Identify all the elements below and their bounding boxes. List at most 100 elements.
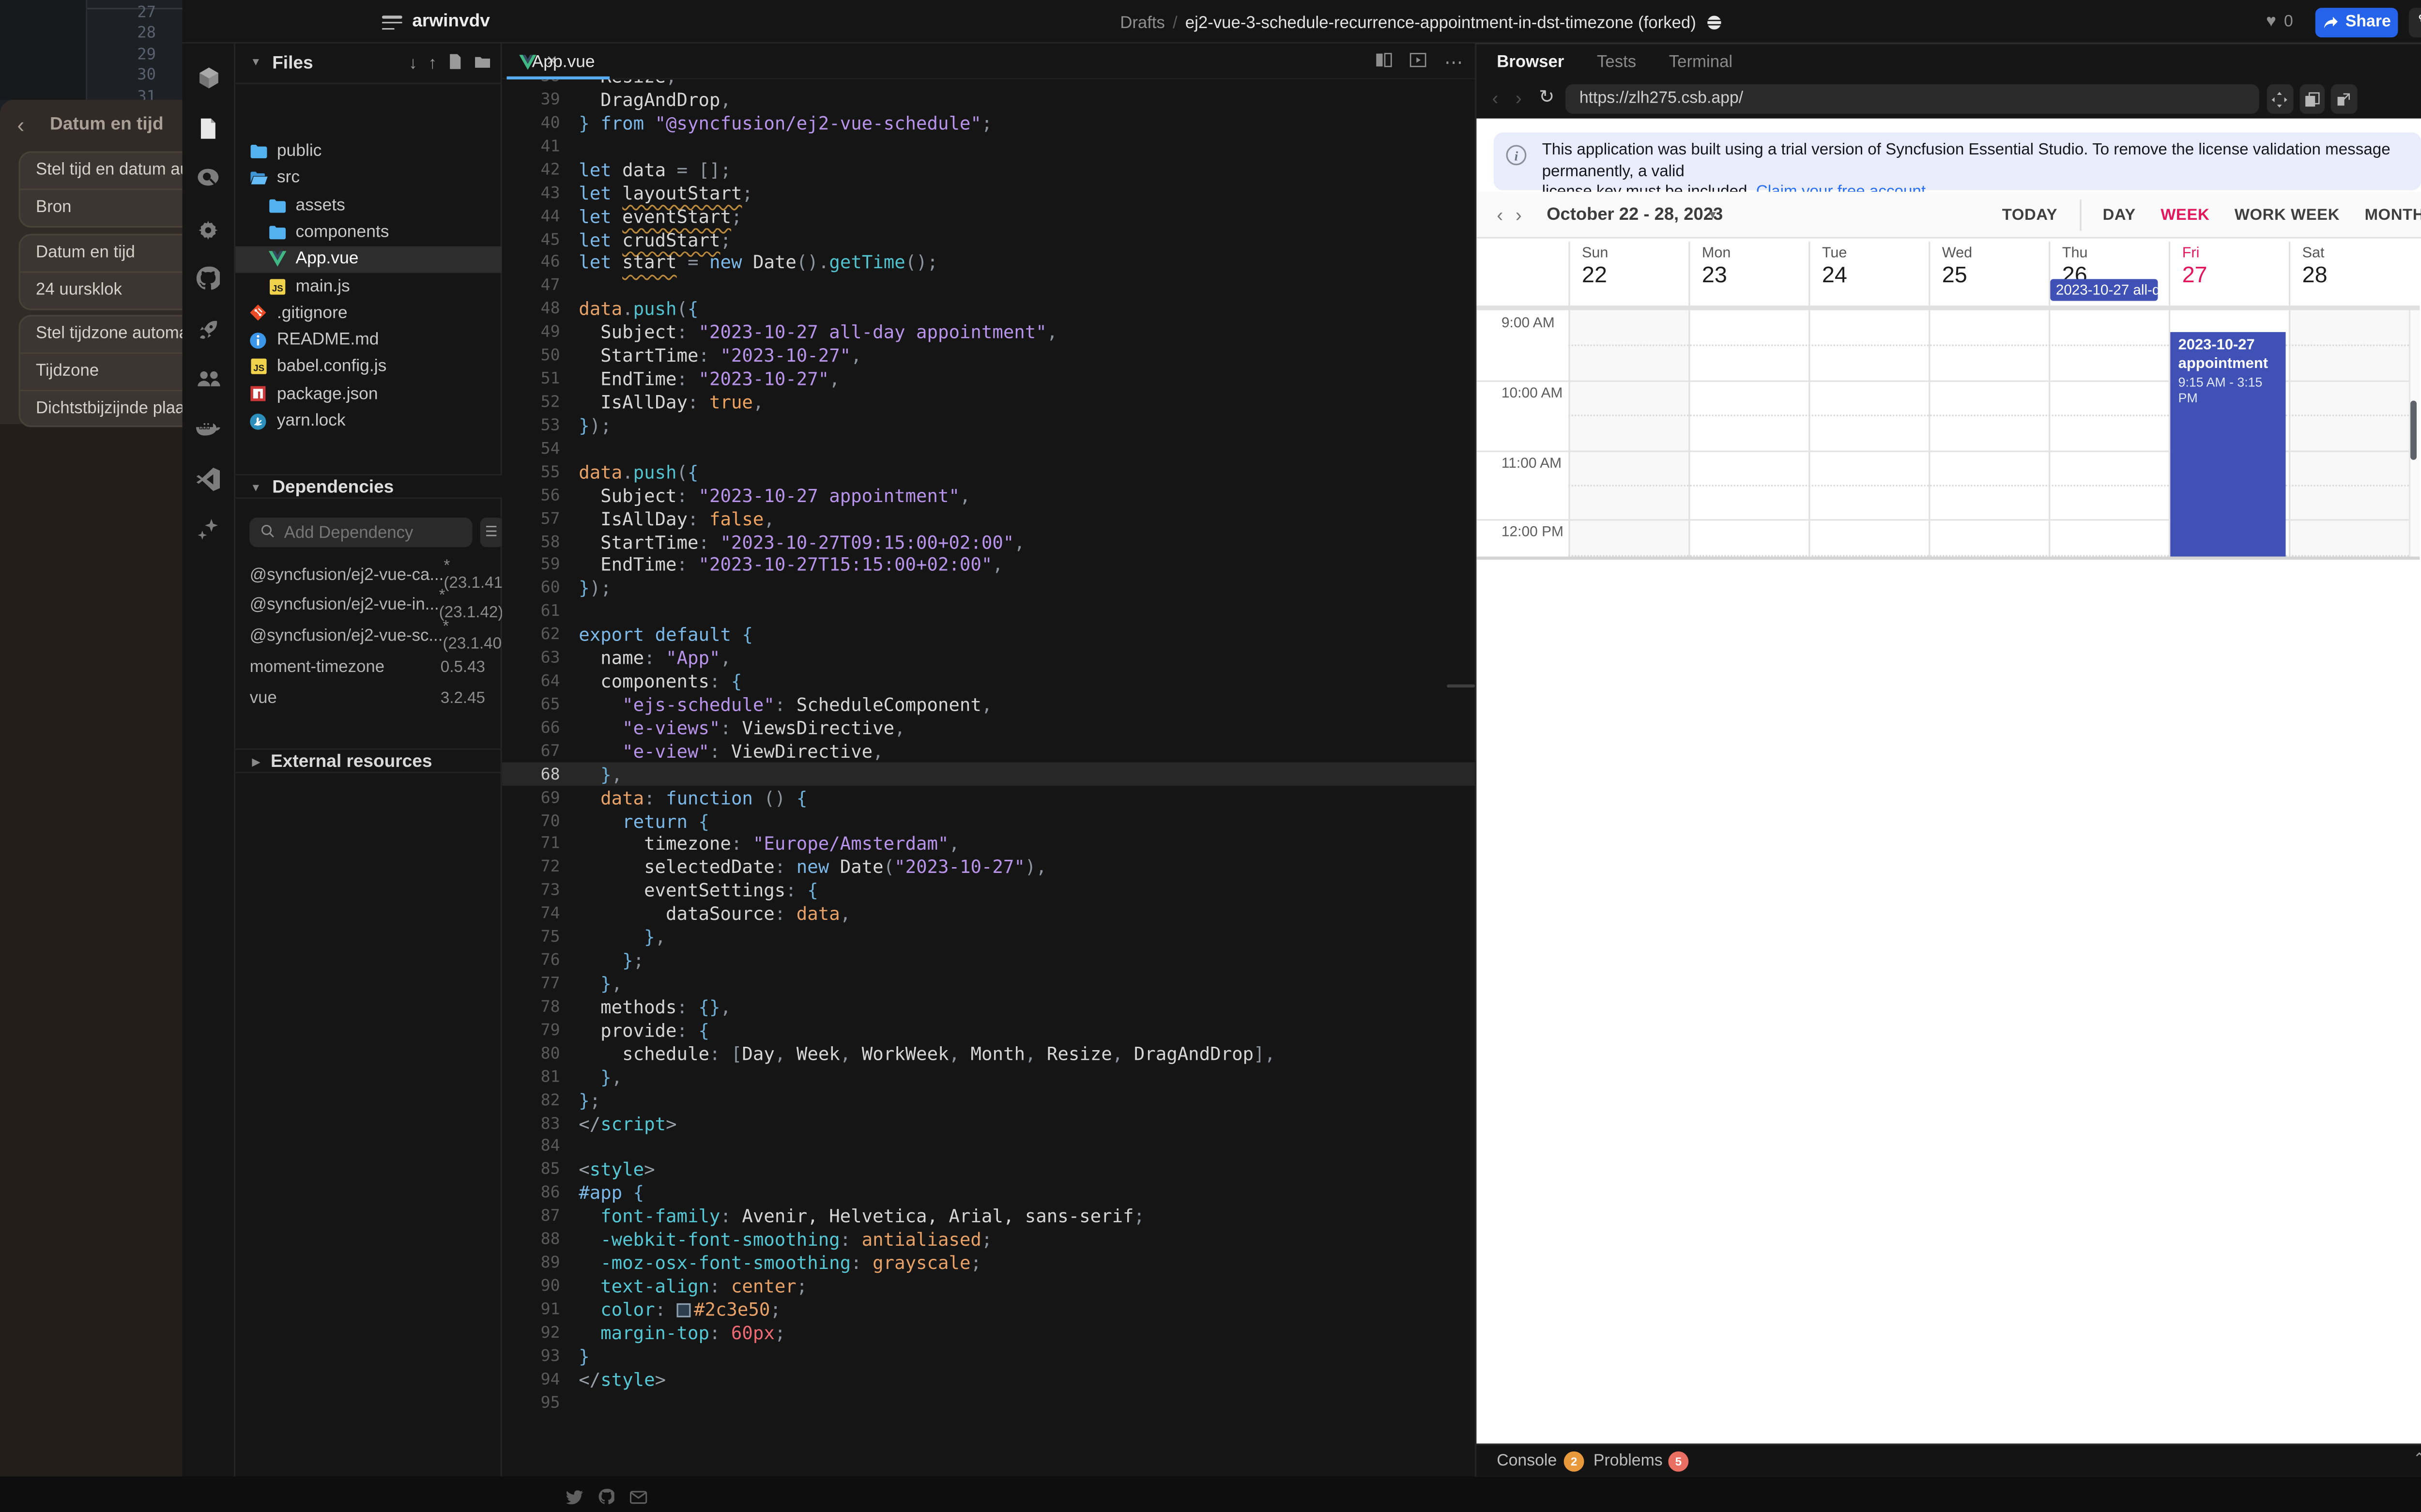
code-line[interactable]: 77 }, xyxy=(502,972,1475,995)
files-panel-header[interactable]: ▼ Files ↓ ↑ xyxy=(234,44,501,84)
dependency-row[interactable]: @syncfusion/ej2-vue-in... * (23.1.42) xyxy=(235,588,504,623)
code-line[interactable]: 71 timezone: "Europe/Amsterdam", xyxy=(502,833,1475,856)
dependency-row[interactable]: moment-timezone 0.5.43 xyxy=(235,652,503,683)
code-line[interactable]: 82}; xyxy=(502,1088,1475,1112)
preview-tab-terminal[interactable]: Terminal xyxy=(1669,52,1732,71)
editor-more-options-icon[interactable]: ⋯ xyxy=(1444,51,1463,73)
code-line[interactable]: 76 }; xyxy=(502,949,1475,972)
day-header-fri[interactable]: Fri 27 xyxy=(2168,241,2288,306)
forward-icon[interactable]: › xyxy=(1516,87,1522,108)
settings-item[interactable]: Datum en tijd xyxy=(20,235,183,272)
file-tree-item-app-vue[interactable]: App.vue xyxy=(234,245,503,273)
today-button[interactable]: TODAY xyxy=(1990,207,2070,224)
collapse-chevron-icon[interactable]: ▼ xyxy=(250,483,261,494)
code-line[interactable]: 60}); xyxy=(502,577,1475,600)
open-external-icon[interactable] xyxy=(2330,84,2357,114)
prev-week-icon[interactable]: ‹ xyxy=(1497,204,1516,226)
code-line[interactable]: 38 Resize, xyxy=(502,79,1475,88)
panel-resize-handle[interactable] xyxy=(1447,684,1475,688)
schedule-scrollbar-thumb[interactable] xyxy=(2410,400,2418,460)
tab-app-vue[interactable]: App.vue ✕ xyxy=(507,44,595,79)
collapse-chevron-icon[interactable]: ▼ xyxy=(250,58,261,69)
code-line[interactable]: 63 name: "App", xyxy=(502,646,1475,670)
settings-item[interactable]: Dichtstbijzijnde plaats xyxy=(20,389,183,426)
code-line[interactable]: 95 xyxy=(502,1391,1475,1414)
code-line[interactable]: 87 font-family: Avenir, Helvetica, Arial… xyxy=(502,1205,1475,1228)
code-line[interactable]: 90 text-align: center; xyxy=(502,1275,1475,1298)
heart-icon[interactable]: ♥ xyxy=(2266,13,2276,31)
code-line[interactable]: 57 IsAllDay: false, xyxy=(502,507,1475,530)
day-header-sun[interactable]: Sun 22 xyxy=(1568,241,1688,306)
workspace-name[interactable]: arwinvdv xyxy=(412,13,490,31)
code-line[interactable]: 48 data.push({ xyxy=(502,297,1475,321)
code-line[interactable]: 89 -moz-osx-font-smoothing: grayscale; xyxy=(502,1251,1475,1274)
settings-item[interactable]: Bron xyxy=(20,189,183,226)
code-line[interactable]: 88 -webkit-font-smoothing: antialiased; xyxy=(502,1228,1475,1251)
code-line[interactable]: 40} from "@syncfusion/ej2-vue-schedule"; xyxy=(502,111,1475,135)
date-range-button[interactable]: October 22 - 28, 2023 xyxy=(1547,205,1723,224)
new-folder-icon[interactable] xyxy=(474,54,491,74)
breadcrumb[interactable]: Drafts / ej2-vue-3-schedule-recurrence-app… xyxy=(1120,13,1722,35)
add-dependency-input[interactable]: Add Dependency xyxy=(249,517,473,548)
file-tree-item--gitignore[interactable]: .gitignore xyxy=(235,300,503,327)
next-week-icon[interactable]: › xyxy=(1516,204,1534,226)
code-line[interactable]: 73 eventSettings: { xyxy=(502,879,1475,902)
settings-item[interactable]: Stel tijd en datum automa xyxy=(20,153,183,189)
back-chevron-icon[interactable]: ‹ xyxy=(17,113,24,138)
file-tree-item-yarn-lock[interactable]: yarn.lock xyxy=(235,408,503,435)
preview-tab-browser[interactable]: Browser xyxy=(1497,52,1564,71)
code-line[interactable]: 50 StartTime: "2023-10-27", xyxy=(502,344,1475,367)
twitter-icon[interactable] xyxy=(565,1484,582,1512)
problems-tab[interactable]: Problems xyxy=(1594,1451,1663,1469)
code-line[interactable]: 45 let crudStart; xyxy=(502,228,1475,251)
code-line[interactable]: 94 </style> xyxy=(502,1368,1475,1391)
code-line[interactable]: 69 data: function () { xyxy=(502,786,1475,809)
code-line[interactable]: 75 }, xyxy=(502,926,1475,949)
code-line[interactable]: 53}); xyxy=(502,414,1475,437)
code-line[interactable]: 67 "e-view": ViewDirective, xyxy=(502,739,1475,763)
responsive-mode-icon[interactable] xyxy=(2267,84,2293,114)
menu-icon[interactable] xyxy=(383,15,403,30)
download-icon[interactable]: ↓ xyxy=(409,55,417,74)
view-button-day[interactable]: DAY xyxy=(2090,207,2148,224)
code-line[interactable]: 70 return { xyxy=(502,809,1475,833)
external-resources-header[interactable]: ▶ External resources xyxy=(234,748,503,774)
url-input[interactable]: https://zlh275.csb.app/ xyxy=(1565,84,2259,114)
code-line[interactable]: 61 xyxy=(502,600,1475,623)
search-icon[interactable] xyxy=(183,158,235,199)
refresh-icon[interactable]: ↻ xyxy=(1539,86,1554,107)
docker-icon[interactable] xyxy=(183,409,235,450)
code-line[interactable]: 74 dataSource: data, xyxy=(502,902,1475,926)
file-tree-item-main-js[interactable]: JS main.js xyxy=(235,273,503,300)
day-header-wed[interactable]: Wed 25 xyxy=(1928,241,2048,306)
split-editor-icon[interactable] xyxy=(1376,47,1393,76)
fork-button[interactable]: Fork xyxy=(2409,7,2421,37)
dependency-menu-icon[interactable]: ☰ xyxy=(479,517,503,548)
code-line[interactable]: 59 EndTime: "2023-10-27T15:15:00+02:00", xyxy=(502,553,1475,577)
code-line[interactable]: 43 let layoutStart; xyxy=(502,181,1475,204)
breadcrumb-root[interactable]: Drafts xyxy=(1120,13,1165,32)
code-line[interactable]: 49 Subject: "2023-10-27 all-day appointm… xyxy=(502,321,1475,344)
code-line[interactable]: 55 data.push({ xyxy=(502,460,1475,484)
github-icon[interactable] xyxy=(183,259,235,299)
view-button-month[interactable]: MONTH xyxy=(2352,207,2421,224)
ai-sparkles-icon[interactable] xyxy=(183,509,235,550)
code-line[interactable]: 65 "ejs-schedule": ScheduleComponent, xyxy=(502,693,1475,716)
file-explorer-icon[interactable] xyxy=(183,108,235,149)
settings-item[interactable]: Tijdzone xyxy=(20,352,183,389)
file-tree-item-babel-config-js[interactable]: JS babel.config.js xyxy=(235,353,503,381)
dependency-row[interactable]: @syncfusion/ej2-vue-sc... * (23.1.40) xyxy=(235,619,507,654)
code-line[interactable]: 46 let start = new Date().getTime(); xyxy=(502,251,1475,274)
dependencies-header[interactable]: ▼ Dependencies xyxy=(234,473,503,499)
code-line[interactable]: 92 margin-top: 60px; xyxy=(502,1321,1475,1344)
share-button[interactable]: Share xyxy=(2315,7,2399,37)
collaborators-icon[interactable] xyxy=(183,359,235,399)
code-line[interactable]: 58 StartTime: "2023-10-27T09:15:00+02:00… xyxy=(502,530,1475,553)
deploy-rocket-icon[interactable] xyxy=(183,309,235,350)
visibility-globe-icon[interactable] xyxy=(1705,13,1722,35)
code-line[interactable]: 54 xyxy=(502,437,1475,460)
vscode-icon[interactable] xyxy=(183,459,235,500)
code-line[interactable]: 42 let data = []; xyxy=(502,158,1475,181)
code-line[interactable]: 44 let eventStart; xyxy=(502,204,1475,228)
file-tree-item-public[interactable]: public xyxy=(235,138,503,165)
